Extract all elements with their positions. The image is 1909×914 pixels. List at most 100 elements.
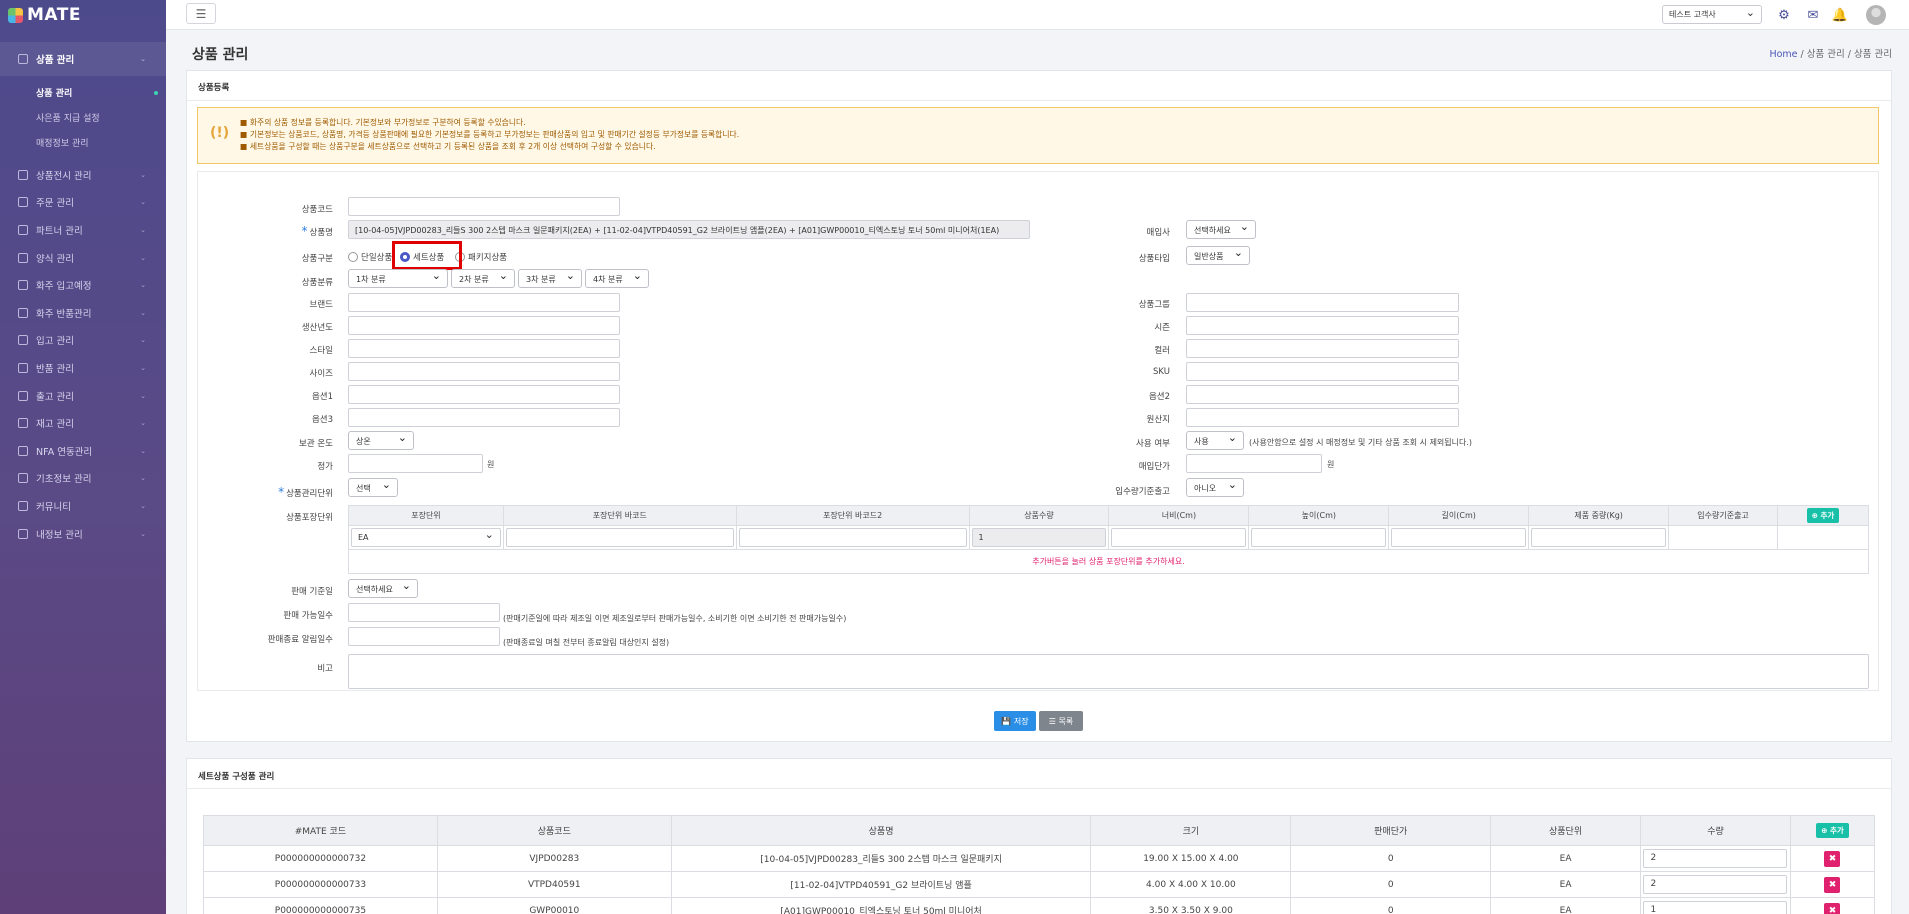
pack-unit-hint: 추가버튼을 눌러 상품 포장단위를 추가하세요. <box>348 549 1869 574</box>
size-cell: 3.50 X 3.50 X 9.00 <box>1090 897 1292 914</box>
product-code-input[interactable] <box>348 197 620 216</box>
size-input[interactable] <box>348 362 620 381</box>
cart-icon <box>18 197 28 208</box>
sale-days-input[interactable] <box>348 603 500 622</box>
sidebar-item-community[interactable]: 커뮤니티 ⌄ <box>0 492 166 520</box>
sidebar-item-stock[interactable]: 재고 관리 ⌄ <box>0 409 166 437</box>
bell-icon[interactable]: 🔔 <box>1830 5 1850 25</box>
add-pack-unit-button[interactable]: ⊕ 추가 <box>1806 508 1840 523</box>
price-cell: 0 <box>1290 897 1492 914</box>
column-header: 상품코드 <box>436 815 672 846</box>
label-option3: 옵션3 <box>311 415 333 425</box>
column-header: 높이(Cm) <box>1248 505 1390 526</box>
delete-row-button[interactable]: ✖ <box>1824 850 1841 867</box>
notice-box: (!) ■ 화주의 상품 정보를 등록합니다. 기본정보와 부가정보로 구분하여… <box>197 107 1879 164</box>
sidebar-item-display[interactable]: 상품전시 관리 ⌄ <box>0 161 166 189</box>
breadcrumb-home[interactable]: Home <box>1769 49 1797 60</box>
style-input[interactable] <box>348 339 620 358</box>
table-row: P000000000000735 GWP00010 [A01]GWP00010_… <box>203 897 1876 914</box>
size-cell: 4.00 X 4.00 X 10.00 <box>1090 871 1292 898</box>
radio-package-product[interactable]: 패키지상품 <box>455 251 507 263</box>
display-icon <box>18 169 28 180</box>
sku-input[interactable] <box>1186 362 1459 381</box>
memo-textarea[interactable] <box>348 654 1869 689</box>
shop-select[interactable]: 테스트 고객사 <box>1662 5 1762 24</box>
option3-input[interactable] <box>348 408 620 427</box>
sidebar-item-my-info[interactable]: 내정보 관리 ⌄ <box>0 520 166 548</box>
add-component-button[interactable]: ⊕ 추가 <box>1816 823 1849 838</box>
category2-select[interactable]: 2차 분류 <box>451 269 515 288</box>
inbound-basis-select[interactable]: 아니오 <box>1186 478 1244 497</box>
season-input[interactable] <box>1186 316 1459 335</box>
product-kind-select[interactable]: 일반상품 <box>1186 246 1250 265</box>
end-alert-days-input[interactable] <box>348 627 500 646</box>
delete-row-button[interactable]: ✖ <box>1824 876 1841 893</box>
height-input[interactable] <box>1251 528 1387 547</box>
radio-button[interactable] <box>348 252 358 262</box>
category4-select[interactable]: 4차 분류 <box>585 269 649 288</box>
sidebar-item-nfa[interactable]: NFA 연동관리 ⌄ <box>0 437 166 465</box>
sidebar-item-outbound[interactable]: 출고 관리 ⌄ <box>0 382 166 410</box>
trash-icon: ✖ <box>1828 905 1837 914</box>
product-name-cell: [A01]GWP00010_티엑스토닝 토너 50ml 미니어처 <box>670 897 1092 914</box>
weight-input[interactable] <box>1531 528 1667 547</box>
app-logo[interactable]: MATE <box>0 0 166 30</box>
barcode2-input[interactable] <box>738 528 967 547</box>
option1-input[interactable] <box>348 385 620 404</box>
column-header: 제품 중량(Kg) <box>1528 505 1670 526</box>
storage-temp-select[interactable]: 상온 <box>348 431 414 450</box>
price-input[interactable] <box>348 454 483 473</box>
pack-unit-select[interactable]: EA ⌄ <box>351 528 501 547</box>
barcode-input[interactable] <box>505 528 734 547</box>
label-category: 상품분류 <box>301 278 333 288</box>
sidebar-item-orders[interactable]: 주문 관리 ⌄ <box>0 189 166 217</box>
message-icon[interactable]: ✉ <box>1803 5 1823 25</box>
card-title: 세트상품 구성품 관리 <box>187 759 1891 789</box>
list-button[interactable]: ☰ 목록 <box>1039 711 1083 731</box>
origin-input[interactable] <box>1186 408 1459 427</box>
product-group-input[interactable] <box>1186 293 1459 312</box>
production-year-input[interactable] <box>348 316 620 335</box>
sidebar-item-basics[interactable]: 기초정보 관리 ⌄ <box>0 465 166 493</box>
brand-input[interactable] <box>348 293 620 312</box>
sidebar-group-product[interactable]: 상품 관리 ⌄ <box>0 42 166 76</box>
radio-single-product[interactable]: 단일상품 <box>348 251 392 263</box>
sidebar-subitem-sales-info[interactable]: 매정정보 관리 <box>0 130 166 155</box>
notice-line: ■ 세트상품을 구성할 때는 상품구분을 세트상품으로 선택하고 기 등록된 상… <box>240 142 656 152</box>
length-input[interactable] <box>1391 528 1527 547</box>
component-qty-input[interactable]: 2 <box>1643 875 1788 894</box>
save-button[interactable]: 💾 저장 <box>994 711 1036 731</box>
use-flag-select[interactable]: 사용 <box>1186 431 1244 450</box>
color-input[interactable] <box>1186 339 1459 358</box>
purchase-price-input[interactable] <box>1186 454 1322 473</box>
avatar[interactable] <box>1866 5 1886 25</box>
gear-icon[interactable]: ⚙ <box>1774 5 1794 25</box>
sidebar-item-partners[interactable]: 파트너 관리 ⌄ <box>0 216 166 244</box>
menu-toggle-button[interactable]: ☰ <box>186 3 216 24</box>
component-qty-input[interactable]: 2 <box>1643 849 1788 868</box>
sale-basis-select[interactable]: 선택하세요 <box>348 579 418 598</box>
component-qty-input[interactable]: 1 <box>1643 901 1788 914</box>
purchaser-select[interactable]: 선택하세요 <box>1186 220 1256 239</box>
product-name-input[interactable]: [10-04-05]VJPD00283_리들S 300 2스텝 마스크 일문패키… <box>348 220 1030 239</box>
breadcrumb-item[interactable]: 상품 관리 <box>1807 49 1845 60</box>
delete-row-button[interactable]: ✖ <box>1824 902 1841 914</box>
sidebar-subitem-gift[interactable]: 사은품 지급 설정 <box>0 105 166 130</box>
notice-line: ■ 기본정보는 상품코드, 상품명, 가격등 상품판매에 필요한 기본정보를 등… <box>240 130 740 140</box>
width-input[interactable] <box>1111 528 1247 547</box>
mgmt-unit-select[interactable]: 선택 <box>348 478 398 497</box>
sidebar-item-shipper-returns[interactable]: 화주 반품관리 ⌄ <box>0 299 166 327</box>
sidebar-subitem-product[interactable]: 상품 관리 <box>0 80 166 105</box>
chevron-down-icon: ⌄ <box>140 225 146 234</box>
sidebar-item-inbound-plan[interactable]: 화주 입고예정 ⌄ <box>0 271 166 299</box>
option2-input[interactable] <box>1186 385 1459 404</box>
sidebar-item-forms[interactable]: 양식 관리 ⌄ <box>0 244 166 272</box>
qty-input[interactable]: 1 <box>971 528 1107 547</box>
mate-code-cell: P000000000000735 <box>203 897 438 914</box>
chevron-down-icon: ⌄ <box>140 281 146 290</box>
sidebar-item-inbound[interactable]: 입고 관리 ⌄ <box>0 327 166 355</box>
category3-select[interactable]: 3차 분류 <box>518 269 582 288</box>
sidebar-item-returns[interactable]: 반품 관리 ⌄ <box>0 354 166 382</box>
chevron-down-icon: ⌄ <box>140 446 146 455</box>
category1-select[interactable]: 1차 분류 <box>348 269 448 288</box>
